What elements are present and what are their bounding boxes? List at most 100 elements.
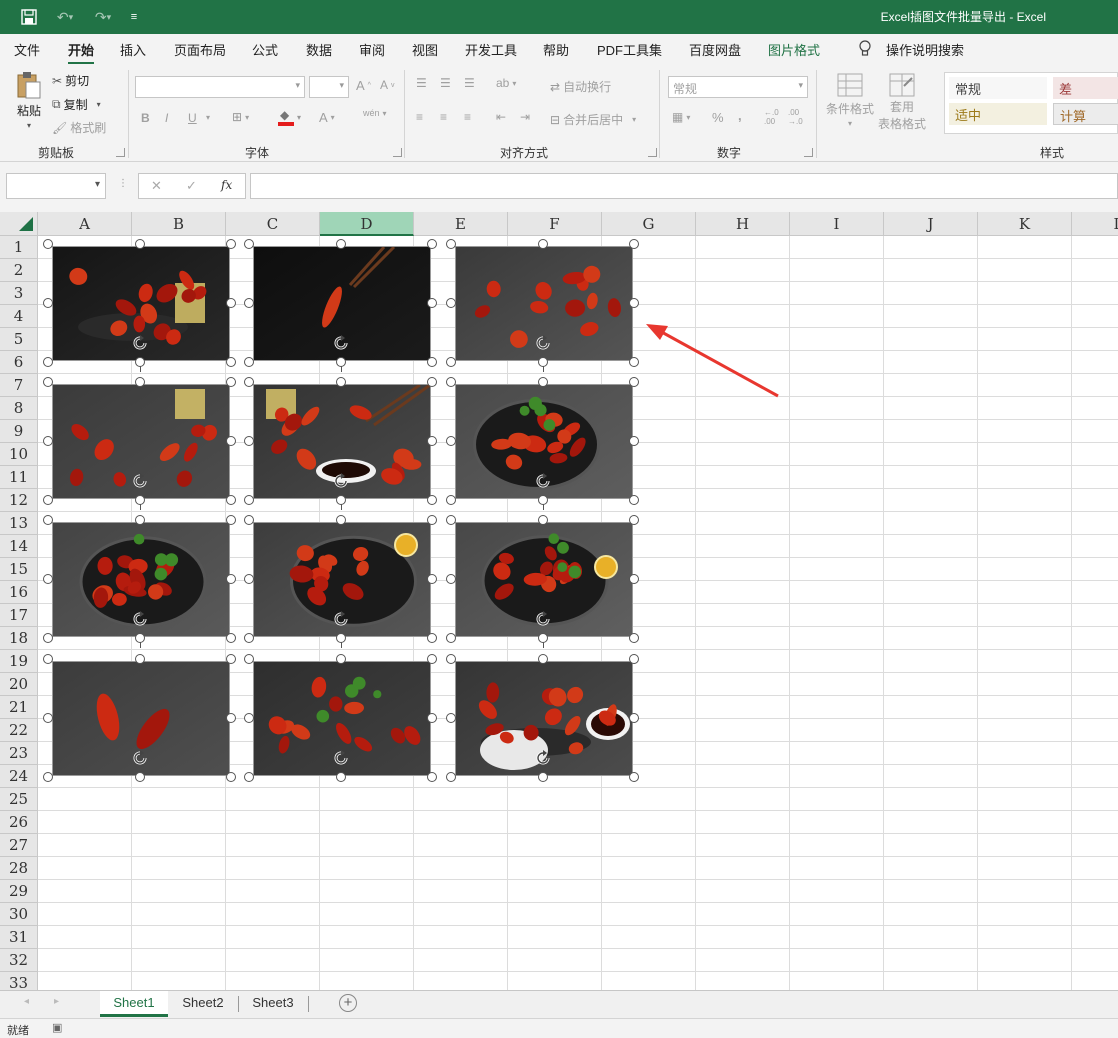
rotate-handle-icon[interactable] (131, 749, 149, 767)
rotate-handle-icon[interactable] (131, 610, 149, 628)
resize-handle[interactable] (226, 357, 236, 367)
row-header-27[interactable]: 27 (0, 834, 38, 857)
resize-handle[interactable] (446, 377, 456, 387)
resize-handle[interactable] (226, 436, 236, 446)
resize-handle[interactable] (226, 713, 236, 723)
resize-handle[interactable] (244, 574, 254, 584)
align-left-icon[interactable]: ≡ (416, 110, 423, 124)
row-header-22[interactable]: 22 (0, 719, 38, 742)
row-header-5[interactable]: 5 (0, 328, 38, 351)
resize-handle[interactable] (244, 515, 254, 525)
resize-handle[interactable] (427, 515, 437, 525)
style-calculation[interactable]: 计算 (1053, 103, 1118, 125)
resize-handle[interactable] (446, 515, 456, 525)
resize-handle[interactable] (335, 377, 346, 387)
resize-handle[interactable] (244, 239, 254, 249)
rotate-handle-icon[interactable] (332, 610, 350, 628)
column-header-b[interactable]: B (132, 212, 226, 236)
resize-handle[interactable] (427, 654, 437, 664)
column-header-a[interactable]: A (38, 212, 132, 236)
resize-handle[interactable] (43, 633, 53, 643)
resize-handle[interactable] (427, 357, 437, 367)
redo-icon[interactable]: ↷ ▾ (86, 6, 120, 28)
column-header-c[interactable]: C (226, 212, 320, 236)
accounting-format-icon[interactable]: ▦ ▾ (672, 110, 690, 124)
resize-handle[interactable] (43, 574, 53, 584)
sheet-tab-sheet1[interactable]: Sheet1 (100, 991, 168, 1017)
resize-handle[interactable] (43, 298, 53, 308)
resize-handle[interactable] (43, 713, 53, 723)
italic-button[interactable]: I (165, 111, 168, 125)
row-header-17[interactable]: 17 (0, 604, 38, 627)
add-sheet-icon[interactable]: + (339, 994, 357, 1012)
resize-handle[interactable] (427, 633, 437, 643)
resize-handle[interactable] (226, 654, 236, 664)
resize-handle[interactable] (446, 495, 456, 505)
clipboard-launcher[interactable] (116, 148, 125, 157)
column-header-e[interactable]: E (414, 212, 508, 236)
resize-handle[interactable] (427, 239, 437, 249)
style-neutral[interactable]: 适中 (949, 103, 1047, 125)
row-header-12[interactable]: 12 (0, 489, 38, 512)
underline-button[interactable]: U (188, 111, 197, 125)
resize-handle[interactable] (537, 239, 548, 249)
undo-icon[interactable]: ↶ ▾ (48, 6, 82, 28)
resize-handle[interactable] (134, 515, 145, 525)
row-header-29[interactable]: 29 (0, 880, 38, 903)
resize-handle[interactable] (629, 357, 639, 367)
resize-handle[interactable] (427, 298, 437, 308)
name-box[interactable] (6, 173, 106, 199)
align-top-icon[interactable]: ☰ (416, 76, 427, 90)
cancel-icon[interactable]: ✕ (151, 178, 162, 194)
resize-handle[interactable] (244, 436, 254, 446)
tab-view[interactable]: 视图 (412, 40, 438, 59)
rotate-handle-icon[interactable] (332, 334, 350, 352)
decrease-decimal-icon[interactable]: .00 →.0 (788, 108, 803, 126)
sheet-tab-sheet2[interactable]: Sheet2 (170, 991, 236, 1017)
resize-handle[interactable] (43, 357, 53, 367)
customize-toolbar-icon[interactable]: ≡ (126, 6, 142, 28)
tab-picture-format[interactable]: 图片格式 (768, 40, 820, 59)
tab-pdf-tools[interactable]: PDF工具集 (597, 40, 662, 59)
scroll-left-icon[interactable]: ◂ (24, 996, 29, 1007)
resize-handle[interactable] (226, 495, 236, 505)
resize-handle[interactable] (134, 377, 145, 387)
resize-handle[interactable] (226, 772, 236, 782)
rotate-handle-icon[interactable] (131, 472, 149, 490)
resize-handle[interactable] (537, 515, 548, 525)
resize-handle[interactable] (446, 713, 456, 723)
resize-handle[interactable] (427, 574, 437, 584)
border-button[interactable]: ⊞ ▾ (232, 110, 249, 124)
resize-handle[interactable] (43, 377, 53, 387)
tab-data[interactable]: 数据 (306, 40, 332, 59)
resize-handle[interactable] (43, 515, 53, 525)
resize-handle[interactable] (446, 574, 456, 584)
percent-button[interactable]: % (712, 110, 724, 125)
rotate-handle-icon[interactable] (534, 472, 552, 490)
copy-button[interactable]: ⧉ 复制 ▾ (52, 96, 101, 113)
column-header-h[interactable]: H (696, 212, 790, 236)
resize-handle[interactable] (446, 772, 456, 782)
formula-input[interactable] (250, 173, 1118, 199)
row-header-1[interactable]: 1 (0, 236, 38, 259)
column-header-d[interactable]: D (320, 212, 414, 236)
row-header-13[interactable]: 13 (0, 512, 38, 535)
format-as-table-button[interactable]: 套用 表格格式 (878, 72, 926, 132)
row-header-3[interactable]: 3 (0, 282, 38, 305)
font-color-button[interactable]: A ▾ (319, 110, 335, 125)
resize-handle[interactable] (226, 515, 236, 525)
tab-review[interactable]: 审阅 (359, 40, 385, 59)
rotate-handle-icon[interactable] (332, 749, 350, 767)
resize-handle[interactable] (43, 495, 53, 505)
align-right-icon[interactable]: ≡ (464, 110, 471, 124)
tab-baidu-netdisk[interactable]: 百度网盘 (689, 40, 741, 59)
resize-handle[interactable] (629, 574, 639, 584)
row-header-21[interactable]: 21 (0, 696, 38, 719)
sheet-tab-sheet3[interactable]: Sheet3 (240, 991, 306, 1017)
row-header-32[interactable]: 32 (0, 949, 38, 972)
column-header-i[interactable]: I (790, 212, 884, 236)
resize-handle[interactable] (629, 654, 639, 664)
insert-function-icon[interactable]: fx (221, 178, 232, 192)
phonetic-button[interactable]: wén ▾ (363, 108, 387, 118)
wrap-text-button[interactable]: ⇄ 自动换行 (550, 78, 611, 95)
